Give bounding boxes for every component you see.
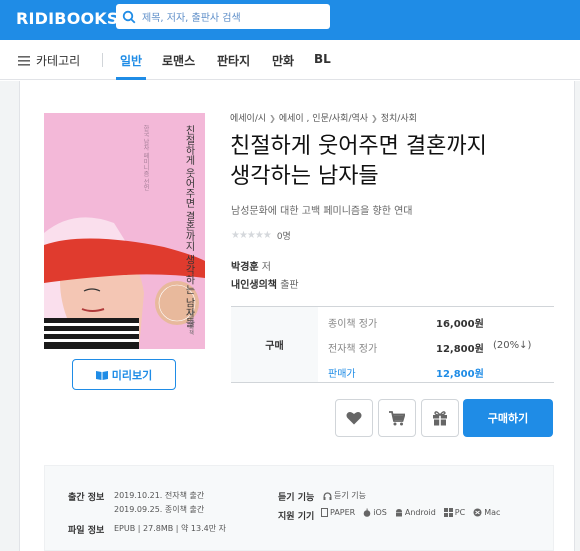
cover-publisher: 내인생의책 <box>188 310 194 335</box>
chevron-right-icon: ❯ <box>371 114 378 123</box>
hamburger-icon <box>18 55 30 66</box>
category-menu-button[interactable]: 카테고리 <box>18 52 80 69</box>
book-meta-info: 출간 정보 2019.10.21. 전자책 출간 2019.09.25. 종이책… <box>44 465 554 551</box>
chevron-right-icon: ❯ <box>269 114 276 123</box>
author-line: 박경훈 저 <box>231 258 271 273</box>
breadcrumb-item[interactable]: 인문/사회/역사 <box>312 114 368 124</box>
device-label: Mac <box>484 508 501 517</box>
cover-subtitle: 한국 남자 페미니즘 선언 <box>142 125 149 191</box>
breadcrumb-item[interactable]: 에세이 , <box>279 114 312 124</box>
android-icon <box>395 509 402 517</box>
nav-divider <box>102 53 103 67</box>
add-to-cart-button[interactable] <box>378 399 416 437</box>
price-value: 12,800원 <box>436 344 484 355</box>
star-rating-icon: ★★★★★ <box>231 230 272 241</box>
price-key: 전자책 정가 <box>328 344 378 355</box>
price-label: 구매 <box>231 307 318 382</box>
tab-comics[interactable]: 만화 <box>272 52 294 69</box>
ridibooks-logo[interactable]: RIDIBOOKS <box>16 9 119 28</box>
tab-bl[interactable]: BL <box>314 52 331 66</box>
rating-count: 0명 <box>276 232 291 242</box>
pub-date-paper: 2019.09.25. 종이책 출간 <box>114 505 205 514</box>
price-value: 16,000원 <box>436 319 484 330</box>
publisher-line: 내인생의책 출판 <box>231 276 299 291</box>
category-label: 카테고리 <box>36 54 81 68</box>
tab-romance[interactable]: 로맨스 <box>162 52 195 69</box>
genre-nav: 카테고리 일반 로맨스 판타지 만화 BL <box>0 40 580 80</box>
listen-value: 듣기 기능 <box>323 489 366 502</box>
supported-devices: PAPER iOS Android PC Mac <box>321 508 508 517</box>
device-android: Android <box>395 508 436 517</box>
publisher-name[interactable]: 내인생의책 <box>231 280 277 291</box>
windows-icon <box>443 508 453 517</box>
device-pc: PC <box>443 508 466 517</box>
file-info-label: 파일 정보 <box>68 526 105 536</box>
price-value: 12,800원 <box>436 369 484 380</box>
cover-title: 친절하게 웃어주면 결혼까지 생각하는 남자들 <box>183 125 194 328</box>
discount-rate: (20%↓) <box>493 340 532 351</box>
device-label: PAPER <box>330 508 356 517</box>
search-input[interactable]: 제목, 저자, 출판사 검색 <box>116 4 330 29</box>
book-title-line: 친절하게 웃어주면 결혼까지 <box>230 134 487 159</box>
breadcrumb-item[interactable]: 정치/사회 <box>381 114 417 124</box>
book-title-line: 생각하는 남자들 <box>230 164 379 189</box>
price-table: 구매 종이책 정가 16,000원 전자책 정가 12,800원 (20%↓) … <box>231 306 554 383</box>
breadcrumb: 에세이/시 ❯ 에세이 , 인문/사회/역사 ❯ 정치/사회 <box>230 111 417 124</box>
price-key: 판매가 <box>328 369 356 380</box>
device-label: iOS <box>373 508 387 517</box>
gift-icon <box>433 411 447 426</box>
paper-icon <box>321 508 328 517</box>
book-title: 친절하게 웃어주면 결혼까지 생각하는 남자들 <box>230 132 550 192</box>
device-mac: Mac <box>473 508 500 517</box>
device-label: Android <box>404 508 436 517</box>
listen-label: 듣기 기능 <box>278 493 315 503</box>
author-role: 저 <box>261 262 271 273</box>
headphones-icon <box>323 491 332 500</box>
buy-button[interactable]: 구매하기 <box>463 399 553 437</box>
active-tab-indicator <box>116 77 146 80</box>
book-open-icon <box>95 370 108 380</box>
preview-button[interactable]: 미리보기 <box>72 359 176 390</box>
heart-icon <box>346 412 362 425</box>
listen-value-text: 듣기 기능 <box>334 491 366 500</box>
devices-label: 지원 기기 <box>278 512 315 522</box>
publisher-role: 출판 <box>280 280 299 291</box>
rating: ★★★★★ 0명 <box>231 229 291 242</box>
mac-icon <box>473 508 482 517</box>
gift-button[interactable] <box>421 399 459 437</box>
book-subtitle: 남성문화에 대한 고백 페미니즘을 향한 연대 <box>231 206 413 217</box>
preview-label: 미리보기 <box>111 368 153 382</box>
wishlist-button[interactable] <box>335 399 373 437</box>
device-paper: PAPER <box>321 508 355 517</box>
apple-icon <box>363 508 371 517</box>
breadcrumb-item[interactable]: 에세이/시 <box>230 114 266 124</box>
top-bar: RIDIBOOKS 제목, 저자, 출판사 검색 <box>0 0 580 40</box>
device-label: PC <box>454 508 466 517</box>
cart-icon <box>389 410 405 425</box>
pub-info-label: 출간 정보 <box>68 493 105 503</box>
tab-general[interactable]: 일반 <box>120 52 142 69</box>
search-icon <box>122 10 136 23</box>
pub-date-ebook: 2019.10.21. 전자책 출간 <box>114 491 205 500</box>
search-placeholder: 제목, 저자, 출판사 검색 <box>142 13 241 24</box>
book-cover[interactable]: 친절하게 웃어주면 결혼까지 생각하는 남자들 한국 남자 페미니즘 선언 내인… <box>44 113 205 349</box>
author-name[interactable]: 박경훈 <box>231 262 259 273</box>
device-ios: iOS <box>363 508 387 517</box>
tab-fantasy[interactable]: 판타지 <box>217 52 250 69</box>
file-info-value: EPUB | 27.8MB | 약 13.4만 자 <box>114 524 226 533</box>
price-key: 종이책 정가 <box>328 319 378 330</box>
